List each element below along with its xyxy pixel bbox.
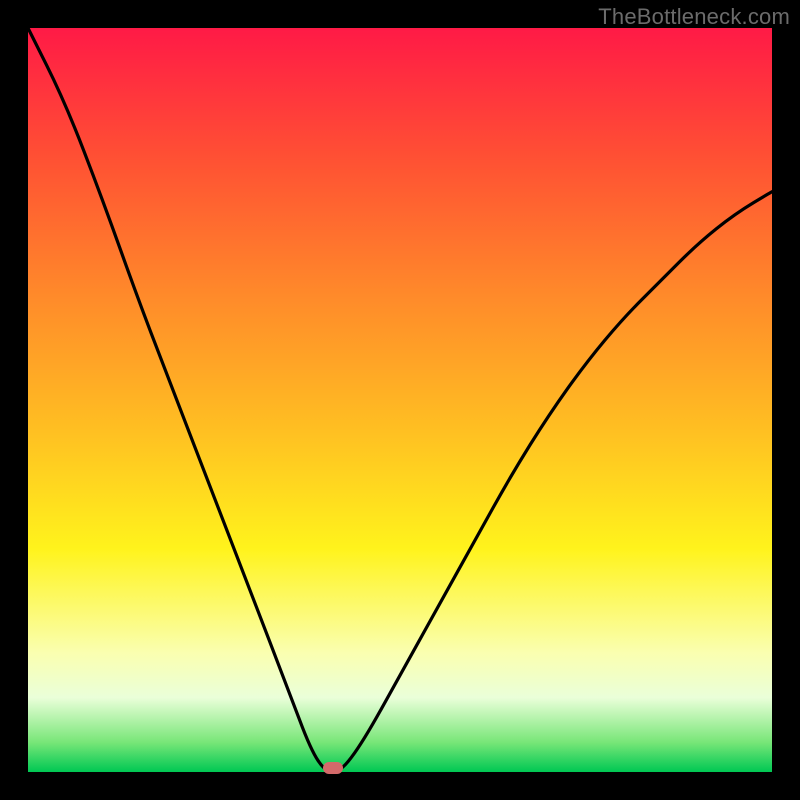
optimal-point-marker: [323, 762, 343, 774]
chart-container: TheBottleneck.com: [0, 0, 800, 800]
watermark-text: TheBottleneck.com: [598, 4, 790, 30]
plot-area: [28, 28, 772, 772]
bottleneck-curve: [28, 28, 772, 772]
